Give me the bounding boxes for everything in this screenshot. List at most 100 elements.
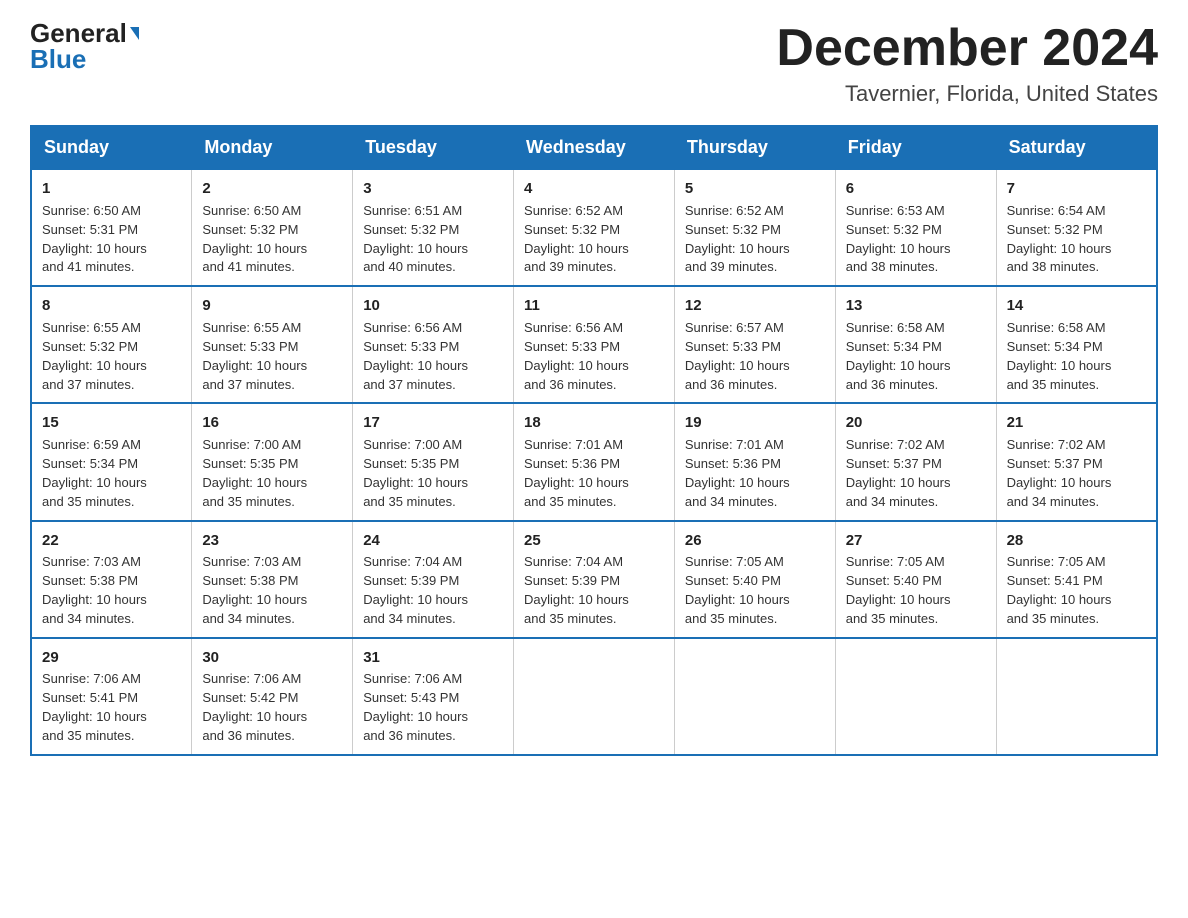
day-info: Sunrise: 6:56 AMSunset: 5:33 PMDaylight:… [524, 319, 664, 394]
day-info: Sunrise: 7:02 AMSunset: 5:37 PMDaylight:… [1007, 436, 1146, 511]
day-info: Sunrise: 6:52 AMSunset: 5:32 PMDaylight:… [524, 202, 664, 277]
day-cell: 28Sunrise: 7:05 AMSunset: 5:41 PMDayligh… [996, 521, 1157, 638]
day-number: 13 [846, 295, 986, 317]
day-cell: 15Sunrise: 6:59 AMSunset: 5:34 PMDayligh… [31, 403, 192, 520]
day-info: Sunrise: 7:04 AMSunset: 5:39 PMDaylight:… [363, 553, 503, 628]
day-cell [996, 638, 1157, 755]
day-number: 15 [42, 412, 181, 434]
weekday-header-friday: Friday [835, 126, 996, 169]
day-cell: 21Sunrise: 7:02 AMSunset: 5:37 PMDayligh… [996, 403, 1157, 520]
day-cell: 22Sunrise: 7:03 AMSunset: 5:38 PMDayligh… [31, 521, 192, 638]
day-info: Sunrise: 6:59 AMSunset: 5:34 PMDaylight:… [42, 436, 181, 511]
day-info: Sunrise: 6:55 AMSunset: 5:32 PMDaylight:… [42, 319, 181, 394]
day-cell [835, 638, 996, 755]
day-number: 14 [1007, 295, 1146, 317]
day-info: Sunrise: 6:51 AMSunset: 5:32 PMDaylight:… [363, 202, 503, 277]
day-number: 27 [846, 530, 986, 552]
day-cell: 20Sunrise: 7:02 AMSunset: 5:37 PMDayligh… [835, 403, 996, 520]
day-cell: 6Sunrise: 6:53 AMSunset: 5:32 PMDaylight… [835, 169, 996, 286]
day-info: Sunrise: 6:58 AMSunset: 5:34 PMDaylight:… [1007, 319, 1146, 394]
day-cell: 18Sunrise: 7:01 AMSunset: 5:36 PMDayligh… [514, 403, 675, 520]
day-info: Sunrise: 7:06 AMSunset: 5:42 PMDaylight:… [202, 670, 342, 745]
day-number: 3 [363, 178, 503, 200]
day-number: 18 [524, 412, 664, 434]
weekday-header-thursday: Thursday [674, 126, 835, 169]
day-info: Sunrise: 7:04 AMSunset: 5:39 PMDaylight:… [524, 553, 664, 628]
day-cell: 14Sunrise: 6:58 AMSunset: 5:34 PMDayligh… [996, 286, 1157, 403]
weekday-header-sunday: Sunday [31, 126, 192, 169]
weekday-header-saturday: Saturday [996, 126, 1157, 169]
logo: General Blue [30, 20, 139, 72]
week-row-5: 29Sunrise: 7:06 AMSunset: 5:41 PMDayligh… [31, 638, 1157, 755]
day-info: Sunrise: 6:52 AMSunset: 5:32 PMDaylight:… [685, 202, 825, 277]
day-info: Sunrise: 6:54 AMSunset: 5:32 PMDaylight:… [1007, 202, 1146, 277]
day-number: 17 [363, 412, 503, 434]
day-info: Sunrise: 7:01 AMSunset: 5:36 PMDaylight:… [524, 436, 664, 511]
day-number: 9 [202, 295, 342, 317]
day-number: 16 [202, 412, 342, 434]
month-title: December 2024 [776, 20, 1158, 77]
day-number: 29 [42, 647, 181, 669]
day-number: 5 [685, 178, 825, 200]
logo-line1: General [30, 20, 139, 46]
day-number: 30 [202, 647, 342, 669]
week-row-2: 8Sunrise: 6:55 AMSunset: 5:32 PMDaylight… [31, 286, 1157, 403]
day-number: 25 [524, 530, 664, 552]
logo-line2: Blue [30, 46, 86, 72]
day-info: Sunrise: 7:05 AMSunset: 5:40 PMDaylight:… [846, 553, 986, 628]
day-cell: 26Sunrise: 7:05 AMSunset: 5:40 PMDayligh… [674, 521, 835, 638]
day-number: 2 [202, 178, 342, 200]
day-cell: 8Sunrise: 6:55 AMSunset: 5:32 PMDaylight… [31, 286, 192, 403]
day-info: Sunrise: 7:01 AMSunset: 5:36 PMDaylight:… [685, 436, 825, 511]
day-cell: 17Sunrise: 7:00 AMSunset: 5:35 PMDayligh… [353, 403, 514, 520]
day-number: 11 [524, 295, 664, 317]
day-cell: 31Sunrise: 7:06 AMSunset: 5:43 PMDayligh… [353, 638, 514, 755]
day-info: Sunrise: 6:53 AMSunset: 5:32 PMDaylight:… [846, 202, 986, 277]
day-cell: 27Sunrise: 7:05 AMSunset: 5:40 PMDayligh… [835, 521, 996, 638]
day-number: 10 [363, 295, 503, 317]
day-info: Sunrise: 7:06 AMSunset: 5:43 PMDaylight:… [363, 670, 503, 745]
day-cell: 13Sunrise: 6:58 AMSunset: 5:34 PMDayligh… [835, 286, 996, 403]
day-cell: 4Sunrise: 6:52 AMSunset: 5:32 PMDaylight… [514, 169, 675, 286]
location-title: Tavernier, Florida, United States [776, 81, 1158, 107]
day-cell: 19Sunrise: 7:01 AMSunset: 5:36 PMDayligh… [674, 403, 835, 520]
day-cell [514, 638, 675, 755]
day-cell: 12Sunrise: 6:57 AMSunset: 5:33 PMDayligh… [674, 286, 835, 403]
day-number: 31 [363, 647, 503, 669]
day-info: Sunrise: 7:05 AMSunset: 5:41 PMDaylight:… [1007, 553, 1146, 628]
weekday-header-row: SundayMondayTuesdayWednesdayThursdayFrid… [31, 126, 1157, 169]
weekday-header-tuesday: Tuesday [353, 126, 514, 169]
day-info: Sunrise: 7:02 AMSunset: 5:37 PMDaylight:… [846, 436, 986, 511]
day-number: 24 [363, 530, 503, 552]
day-cell: 16Sunrise: 7:00 AMSunset: 5:35 PMDayligh… [192, 403, 353, 520]
day-number: 4 [524, 178, 664, 200]
day-info: Sunrise: 7:03 AMSunset: 5:38 PMDaylight:… [202, 553, 342, 628]
day-cell: 5Sunrise: 6:52 AMSunset: 5:32 PMDaylight… [674, 169, 835, 286]
day-number: 28 [1007, 530, 1146, 552]
day-info: Sunrise: 6:50 AMSunset: 5:32 PMDaylight:… [202, 202, 342, 277]
day-number: 8 [42, 295, 181, 317]
day-info: Sunrise: 6:56 AMSunset: 5:33 PMDaylight:… [363, 319, 503, 394]
weekday-header-wednesday: Wednesday [514, 126, 675, 169]
day-info: Sunrise: 7:05 AMSunset: 5:40 PMDaylight:… [685, 553, 825, 628]
week-row-1: 1Sunrise: 6:50 AMSunset: 5:31 PMDaylight… [31, 169, 1157, 286]
week-row-4: 22Sunrise: 7:03 AMSunset: 5:38 PMDayligh… [31, 521, 1157, 638]
day-cell [674, 638, 835, 755]
day-cell: 30Sunrise: 7:06 AMSunset: 5:42 PMDayligh… [192, 638, 353, 755]
day-cell: 24Sunrise: 7:04 AMSunset: 5:39 PMDayligh… [353, 521, 514, 638]
day-cell: 11Sunrise: 6:56 AMSunset: 5:33 PMDayligh… [514, 286, 675, 403]
day-number: 7 [1007, 178, 1146, 200]
week-row-3: 15Sunrise: 6:59 AMSunset: 5:34 PMDayligh… [31, 403, 1157, 520]
page-header: General Blue December 2024 Tavernier, Fl… [30, 20, 1158, 107]
day-info: Sunrise: 7:00 AMSunset: 5:35 PMDaylight:… [363, 436, 503, 511]
day-number: 21 [1007, 412, 1146, 434]
day-info: Sunrise: 6:50 AMSunset: 5:31 PMDaylight:… [42, 202, 181, 277]
day-cell: 7Sunrise: 6:54 AMSunset: 5:32 PMDaylight… [996, 169, 1157, 286]
day-cell: 25Sunrise: 7:04 AMSunset: 5:39 PMDayligh… [514, 521, 675, 638]
day-info: Sunrise: 7:00 AMSunset: 5:35 PMDaylight:… [202, 436, 342, 511]
day-number: 19 [685, 412, 825, 434]
day-number: 12 [685, 295, 825, 317]
day-cell: 1Sunrise: 6:50 AMSunset: 5:31 PMDaylight… [31, 169, 192, 286]
day-number: 26 [685, 530, 825, 552]
day-number: 1 [42, 178, 181, 200]
